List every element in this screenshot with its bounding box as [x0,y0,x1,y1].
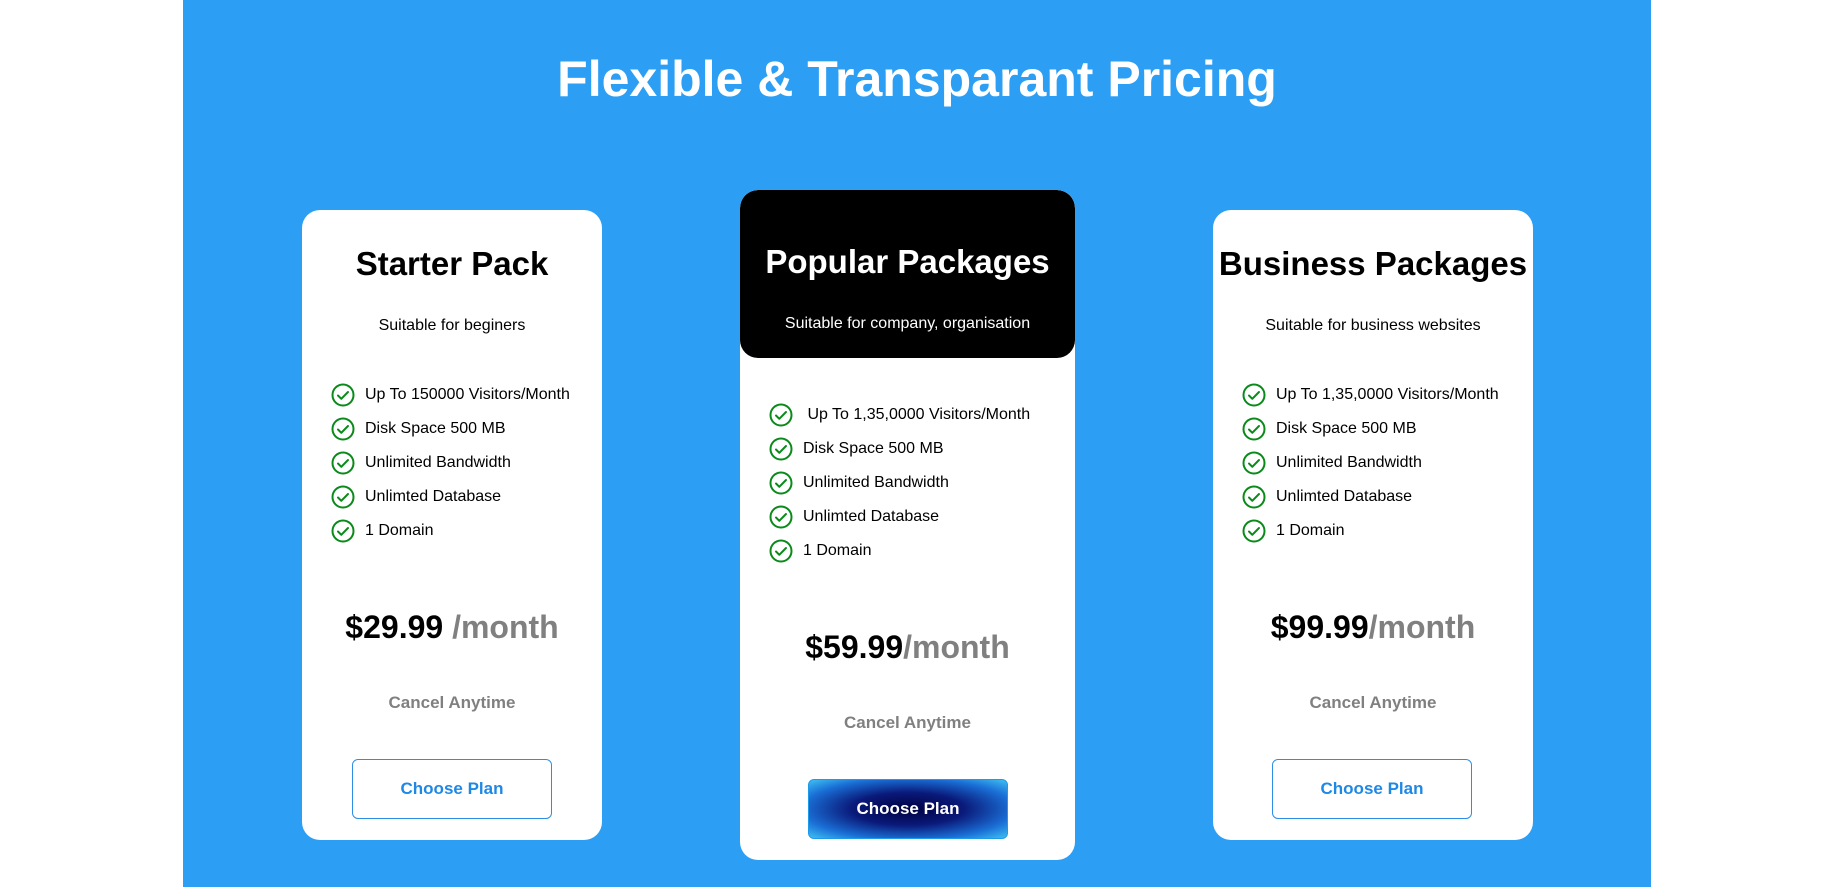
feature-text: 1 Domain [1276,522,1345,539]
feature-item: Disk Space 500 MB [1242,412,1499,446]
feature-item: 1 Domain [769,534,1030,568]
check-circle-icon [1242,417,1266,441]
feature-item: 1 Domain [1242,514,1499,548]
plan-card-starter: Starter Pack Suitable for beginers Up To… [302,210,602,840]
plan-price: $99.99/month [1213,607,1533,647]
check-circle-icon [769,505,793,529]
feature-item: Up To 150000 Visitors/Month [331,378,570,412]
plan-card-header: Starter Pack Suitable for beginers [302,210,602,360]
feature-text: Unlimited Bandwidth [1276,454,1422,471]
pricing-section: Flexible & Transparant Pricing Starter P… [183,0,1651,887]
feature-text: Unlimited Bandwidth [803,474,949,491]
feature-item: Unlimited Bandwidth [331,446,570,480]
plan-card-popular: Popular Packages Suitable for company, o… [740,190,1075,860]
feature-list: Up To 150000 Visitors/Month Disk Space 5… [331,378,570,548]
feature-item: Up To 1,35,0000 Visitors/Month [1242,378,1499,412]
price-amount: $59.99 [805,629,904,665]
feature-item: 1 Domain [331,514,570,548]
check-circle-icon [1242,485,1266,509]
plan-subtitle: Suitable for beginers [378,317,526,334]
page-title: Flexible & Transparant Pricing [557,51,1277,107]
price-period: /month [443,609,559,645]
feature-item: Unlimted Database [331,480,570,514]
plan-subtitle: Suitable for company, organisation [784,315,1031,332]
feature-item: Disk Space 500 MB [769,432,1030,466]
check-circle-icon [769,471,793,495]
check-circle-icon [331,519,355,543]
feature-text: Unlimted Database [365,488,502,505]
price-amount: $29.99 [345,609,444,645]
feature-text: Disk Space 500 MB [365,420,506,437]
choose-plan-button[interactable]: Choose Plan [808,779,1008,839]
plan-card-header: Business Packages Suitable for business … [1213,210,1533,360]
check-circle-icon [1242,519,1266,543]
check-circle-icon [769,437,793,461]
feature-text: Up To 1,35,0000 Visitors/Month [1276,386,1499,403]
check-circle-icon [769,403,793,427]
feature-item: Up To 1,35,0000 Visitors/Month [769,398,1030,432]
check-circle-icon [331,485,355,509]
feature-text: Disk Space 500 MB [803,440,944,457]
plan-name: Business Packages [1218,245,1528,282]
feature-list: Up To 1,35,0000 Visitors/Month Disk Spac… [1242,378,1499,548]
check-circle-icon [331,417,355,441]
check-circle-icon [769,539,793,563]
cancel-note: Cancel Anytime [1309,693,1437,712]
feature-text: Unlimited Bandwidth [365,454,511,471]
check-circle-icon [331,451,355,475]
cancel-note: Cancel Anytime [388,693,516,712]
plan-card-header: Popular Packages Suitable for company, o… [740,190,1075,358]
feature-text: 1 Domain [803,542,872,559]
feature-text: Unlimted Database [803,508,940,525]
price-amount: $99.99 [1270,609,1369,645]
plan-name: Popular Packages [765,243,1050,280]
cancel-note: Cancel Anytime [844,713,971,732]
feature-text: Up To 1,35,0000 Visitors/Month [803,406,1031,423]
price-period: /month [1368,609,1476,645]
feature-item: Disk Space 500 MB [331,412,570,446]
feature-text: 1 Domain [365,522,434,539]
feature-item: Unlimited Bandwidth [1242,446,1499,480]
plan-subtitle: Suitable for business websites [1265,317,1481,334]
feature-list: Up To 1,35,0000 Visitors/Month Disk Spac… [769,398,1030,568]
plan-price: $29.99 /month [302,607,602,647]
feature-item: Unlimited Bandwidth [769,466,1030,500]
check-circle-icon [1242,383,1266,407]
plan-name: Starter Pack [355,245,549,282]
feature-text: Unlimted Database [1276,488,1413,505]
plan-price: $59.99/month [740,627,1075,667]
feature-text: Disk Space 500 MB [1276,420,1417,437]
feature-item: Unlimted Database [769,500,1030,534]
feature-item: Unlimted Database [1242,480,1499,514]
plan-card-business: Business Packages Suitable for business … [1213,210,1533,840]
feature-text: Up To 150000 Visitors/Month [365,386,570,403]
price-period: /month [903,629,1010,665]
choose-plan-button[interactable]: Choose Plan [1272,759,1472,819]
choose-plan-button[interactable]: Choose Plan [352,759,552,819]
check-circle-icon [1242,451,1266,475]
check-circle-icon [331,383,355,407]
